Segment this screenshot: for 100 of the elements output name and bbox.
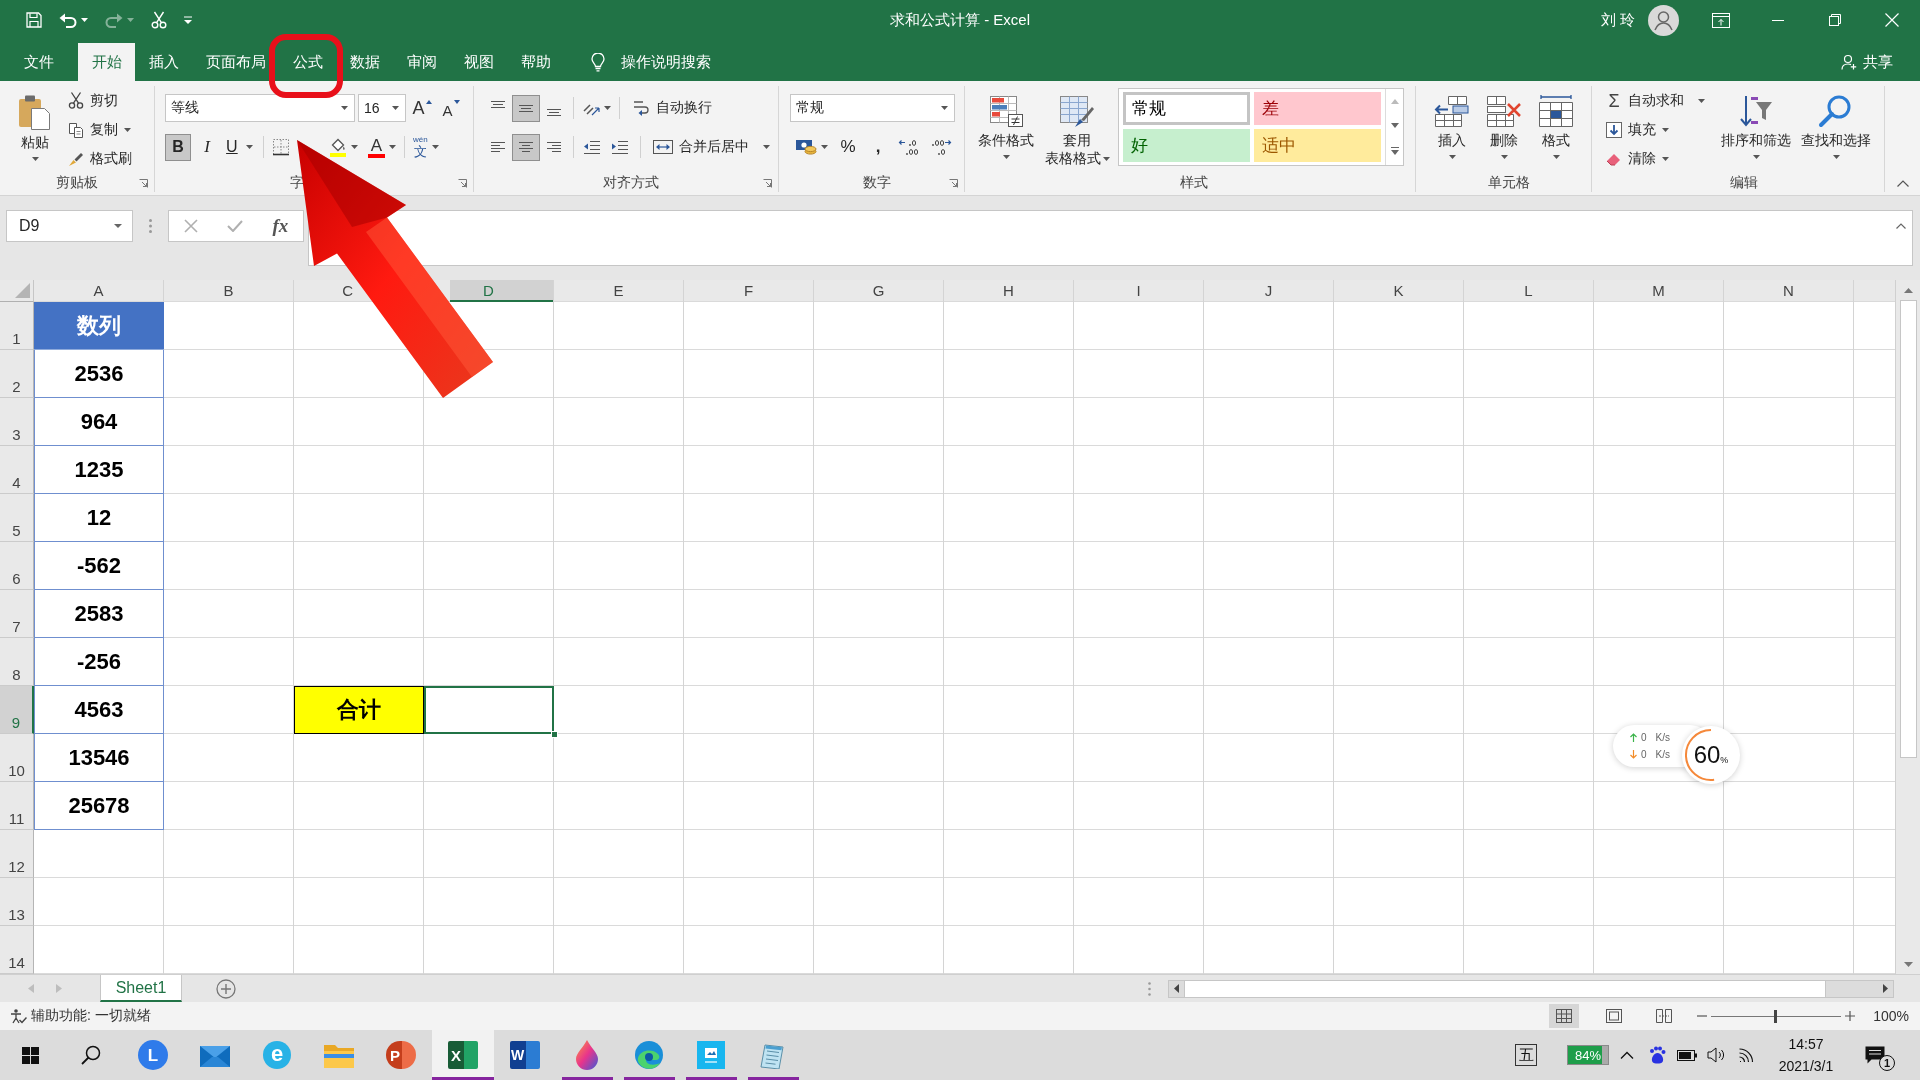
horizontal-scrollbar[interactable] <box>1168 979 1894 998</box>
align-middle-button[interactable] <box>512 94 540 122</box>
underline-button[interactable]: U <box>221 133 258 161</box>
cell-style-option[interactable]: 差 <box>1254 92 1381 125</box>
avatar-icon[interactable] <box>1648 4 1679 36</box>
wrap-text-button[interactable]: 自动换行 <box>627 94 717 122</box>
clock-time[interactable]: 14:57 <box>1788 1033 1824 1055</box>
ribbon-tab[interactable]: 插入 <box>135 43 192 81</box>
bold-button[interactable]: B <box>165 133 191 161</box>
ribbon-tab[interactable]: 视图 <box>450 43 507 81</box>
scroll-up-icon[interactable] <box>1903 288 1913 293</box>
cut-button[interactable]: 剪切 <box>66 86 134 115</box>
insert-function-button[interactable]: fx <box>272 215 289 237</box>
grip-icon[interactable] <box>1148 981 1151 996</box>
more-icon[interactable] <box>1390 147 1399 156</box>
number-format-field[interactable]: 常规 <box>790 94 955 122</box>
merge-center-button[interactable]: 合并后居中 <box>648 133 775 161</box>
font-color-button[interactable]: A <box>365 133 399 161</box>
comma-style-button[interactable]: , <box>865 133 891 161</box>
sheet-tab[interactable]: Sheet1 <box>100 975 182 1002</box>
grip-icon[interactable] <box>149 219 152 233</box>
shrink-font-button[interactable]: A <box>438 94 464 122</box>
ribbon-tab[interactable]: 帮助 <box>507 43 564 81</box>
vertical-scrollbar[interactable] <box>1895 280 1920 974</box>
italic-button[interactable]: I <box>194 133 220 161</box>
grow-font-button[interactable]: A <box>409 94 435 122</box>
format-painter-button[interactable]: 格式刷 <box>66 144 134 173</box>
row-header[interactable]: 6 <box>0 542 34 590</box>
clock-date[interactable]: 2021/3/1 <box>1778 1055 1834 1077</box>
fill-handle[interactable] <box>551 731 558 738</box>
find-select-button[interactable]: 查找和选择 <box>1796 94 1876 174</box>
row-header[interactable]: 13 <box>0 878 34 926</box>
row-header[interactable]: 4 <box>0 446 34 494</box>
notification-icon[interactable] <box>1865 1046 1885 1064</box>
row-header[interactable]: 14 <box>0 926 34 974</box>
slider-thumb[interactable] <box>1774 1009 1778 1023</box>
dialog-launcher-icon[interactable] <box>949 178 958 188</box>
scroll-down-icon[interactable] <box>1390 123 1399 128</box>
row-header[interactable]: 11 <box>0 782 34 830</box>
row-header[interactable]: 3 <box>0 398 34 446</box>
normal-view-button[interactable] <box>1549 1004 1580 1028</box>
share-button[interactable]: 共享 <box>1841 43 1893 81</box>
tell-me-search[interactable]: 操作说明搜索 <box>591 43 711 81</box>
ribbon-tab[interactable]: 页面布局 <box>192 43 279 81</box>
conditional-formatting-button[interactable]: 条件格式 <box>972 94 1040 174</box>
row-header[interactable]: 9 <box>0 686 34 734</box>
collapse-ribbon-icon[interactable] <box>1897 180 1909 187</box>
ribbon-tab[interactable]: 审阅 <box>393 43 450 81</box>
align-center-button[interactable] <box>512 133 540 161</box>
taskbar-app-button[interactable]: X <box>432 1030 494 1080</box>
scroll-left-icon[interactable] <box>1174 984 1179 993</box>
dialog-launcher-icon[interactable] <box>458 178 467 188</box>
cell-style-option[interactable]: 适中 <box>1254 129 1381 162</box>
ribbon-tab[interactable]: 公式 <box>279 43 336 81</box>
formula-input[interactable] <box>308 210 1913 266</box>
ribbon-tab[interactable]: 文件 <box>10 43 67 81</box>
insert-cells-button[interactable]: 插入 <box>1426 94 1478 174</box>
dialog-launcher-icon[interactable] <box>763 178 772 188</box>
input-method-indicator[interactable]: 五 <box>1515 1044 1537 1066</box>
taskbar-app-button[interactable]: P <box>370 1030 432 1080</box>
taskbar-app-button[interactable]: W <box>494 1030 556 1080</box>
zoom-level[interactable]: 100% <box>1873 1008 1909 1024</box>
zoom-in-icon[interactable] <box>1845 1011 1856 1021</box>
scroll-right-icon[interactable] <box>1883 984 1888 993</box>
ribbon-tab[interactable]: 数据 <box>336 43 393 81</box>
dialog-launcher-icon[interactable] <box>139 178 148 188</box>
format-cells-button[interactable]: 格式 <box>1530 94 1582 174</box>
clear-button[interactable]: 清除 <box>1604 144 1716 173</box>
phonetic-guide-button[interactable]: wén 文 <box>410 133 442 161</box>
taskbar-app-button[interactable]: L <box>122 1030 184 1080</box>
row-header[interactable]: 1 <box>0 302 34 350</box>
accessibility-check-icon[interactable] <box>9 1008 27 1024</box>
check-icon[interactable] <box>227 220 244 232</box>
row-header[interactable]: 12 <box>0 830 34 878</box>
row-header[interactable]: 10 <box>0 734 34 782</box>
fill-button[interactable]: 填充 <box>1604 115 1716 144</box>
column-header[interactable]: D <box>450 280 553 302</box>
font-size-field[interactable]: 16 <box>358 94 406 122</box>
autosum-button[interactable]: Σ 自动求和 <box>1604 86 1716 115</box>
delete-cells-button[interactable]: 删除 <box>1478 94 1530 174</box>
scroll-down-icon[interactable] <box>1903 962 1913 967</box>
row-header[interactable]: 7 <box>0 590 34 638</box>
cell-style-option[interactable]: 常规 <box>1123 92 1250 125</box>
row-header[interactable]: 2 <box>0 350 34 398</box>
scroll-thumb[interactable] <box>1899 300 1917 758</box>
row-header[interactable]: 8 <box>0 638 34 686</box>
caret-icon <box>1102 156 1110 161</box>
cell-style-option[interactable]: 好 <box>1123 129 1250 162</box>
paste-button[interactable]: 粘贴 <box>12 94 58 174</box>
name-box[interactable]: D9 <box>6 210 133 242</box>
add-sheet-icon[interactable] <box>216 978 236 999</box>
copy-button[interactable]: 复制 <box>66 115 134 144</box>
font-name-field[interactable]: 等线 <box>165 94 355 122</box>
collapse-formula-bar-icon[interactable] <box>1896 223 1906 229</box>
ribbon-tab[interactable]: 开始 <box>78 43 135 81</box>
format-as-table-button[interactable]: 套用 表格格式 <box>1042 94 1112 174</box>
row-header[interactable]: 5 <box>0 494 34 542</box>
scroll-thumb[interactable] <box>1184 980 1826 997</box>
percent-style-button[interactable]: % <box>835 133 861 161</box>
sort-filter-button[interactable]: 排序和筛选 <box>1716 94 1796 174</box>
